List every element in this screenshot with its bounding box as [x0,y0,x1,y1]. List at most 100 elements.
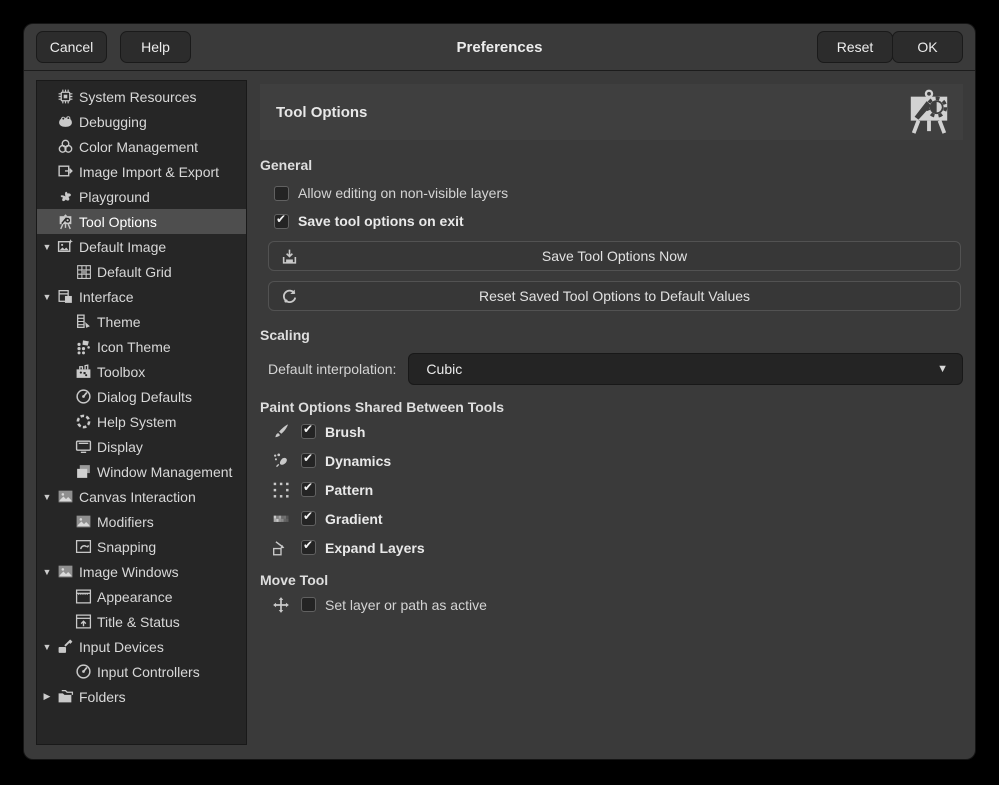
expander-down-icon[interactable]: ▼ [37,567,57,577]
input-devices-icon [57,638,74,655]
cancel-button[interactable]: Cancel [36,31,107,63]
import-export-icon [57,163,74,180]
checkbox-checked[interactable] [301,540,316,555]
sidebar-item-image-windows[interactable]: ▼ Image Windows [37,559,246,584]
expander-right-icon[interactable]: ▶ [37,691,57,702]
expander-down-icon[interactable]: ▼ [37,642,57,652]
interpolation-dropdown[interactable]: Cubic [408,353,963,385]
checkbox-unchecked[interactable] [274,186,289,201]
tool-row-dynamics[interactable]: Dynamics [260,446,963,475]
sidebar-item-folders[interactable]: ▶ Folders [37,684,246,709]
folders-icon [57,688,74,705]
ok-button[interactable]: OK [892,31,963,63]
sidebar-item-label: Input Controllers [97,664,200,680]
expander-down-icon[interactable]: ▼ [37,292,57,302]
main-panel: Tool Options General Allow editing on no… [260,84,963,619]
checkbox-checked[interactable] [274,214,289,229]
checkbox-label: Allow editing on non-visible layers [298,185,508,201]
tool-row-brush[interactable]: Brush [260,417,963,446]
sidebar-item-color-management[interactable]: Color Management [37,134,246,159]
tool-options-easel-icon [904,89,954,135]
sidebar-item-title-status[interactable]: Title & Status [37,609,246,634]
sidebar-item-image-import-export[interactable]: Image Import & Export [37,159,246,184]
theme-icon [75,313,92,330]
reset-button[interactable]: Reset [817,31,893,63]
chevron-down-icon [937,363,948,375]
tool-options-icon [57,213,74,230]
sidebar-item-toolbox[interactable]: Toolbox [37,359,246,384]
window-mgmt-icon [75,463,92,480]
sidebar-item-label: Default Image [79,239,166,255]
sidebar-item-label: Title & Status [97,614,180,630]
sidebar-item-default-grid[interactable]: Default Grid [37,259,246,284]
color-circles-icon [57,138,74,155]
appearance-icon [75,588,92,605]
sidebar-item-window-management[interactable]: Window Management [37,459,246,484]
checkbox-row-save-tool-options-on-exit[interactable]: Save tool options on exit [260,207,963,235]
sidebar-item-label: Icon Theme [97,339,171,355]
help-button[interactable]: Help [120,31,191,63]
sidebar-item-input-controllers[interactable]: Input Controllers [37,659,246,684]
checkbox-unchecked[interactable] [301,597,316,612]
scaling-heading: Scaling [260,325,963,345]
image-win-icon [57,563,74,580]
sidebar-item-dialog-defaults[interactable]: Dialog Defaults [37,384,246,409]
sidebar-item-display[interactable]: Display [37,434,246,459]
display-icon [75,438,92,455]
save-tool-options-now-button[interactable]: Save Tool Options Now [268,241,961,271]
sidebar-item-default-image[interactable]: ▼ Default Image [37,234,246,259]
image-win-icon [57,488,74,505]
sidebar-item-system-resources[interactable]: System Resources [37,84,246,109]
sidebar-item-label: System Resources [79,89,196,105]
checkbox-row-allow-editing-on-non-visible-layers[interactable]: Allow editing on non-visible layers [260,179,963,207]
tool-row-set-layer-or-path-as-active[interactable]: Set layer or path as active [260,590,963,619]
sidebar-item-tool-options[interactable]: Tool Options [37,209,246,234]
sidebar-item-appearance[interactable]: Appearance [37,584,246,609]
sidebar-item-snapping[interactable]: Snapping [37,534,246,559]
checkbox-checked[interactable] [301,482,316,497]
sidebar-item-label: Dialog Defaults [97,389,192,405]
checkbox-label: Gradient [325,511,383,527]
tool-row-gradient[interactable]: Gradient [260,504,963,533]
sidebar-item-label: Appearance [97,589,173,605]
wilber-icon [57,113,74,130]
sidebar-item-label: Snapping [97,539,156,555]
sidebar-item-modifiers[interactable]: Modifiers [37,509,246,534]
sidebar-item-label: Color Management [79,139,198,155]
preferences-dialog: Cancel Help Preferences Reset OK System … [24,24,975,759]
interpolation-label: Default interpolation: [268,361,396,377]
sidebar-item-playground[interactable]: Playground [37,184,246,209]
brush-icon [272,423,290,441]
sidebar-item-help-system[interactable]: Help System [37,409,246,434]
checkbox-checked[interactable] [301,511,316,526]
dynamics-icon [272,452,290,470]
paint-options-heading: Paint Options Shared Between Tools [260,397,963,417]
reset-saved-tool-options-button[interactable]: Reset Saved Tool Options to Default Valu… [268,281,961,311]
sidebar-item-label: Image Windows [79,564,179,580]
sidebar-item-label: Folders [79,689,126,705]
move-tool-rows: Set layer or path as active [260,590,963,619]
interface-icon [57,288,74,305]
sidebar-item-label: Display [97,439,143,455]
save-icon [281,248,298,265]
sidebar-item-interface[interactable]: ▼Interface [37,284,246,309]
checkbox-checked[interactable] [301,453,316,468]
checkbox-checked[interactable] [301,424,316,439]
chip-icon [57,88,74,105]
sidebar-item-label: Help System [97,414,176,430]
sidebar-item-debugging[interactable]: Debugging [37,109,246,134]
toolbox-icon [75,363,92,380]
window-title: Preferences [224,24,775,70]
expander-down-icon[interactable]: ▼ [37,492,57,502]
sidebar-item-label: Toolbox [97,364,145,380]
screen: { "titlebar": { "cancel_label": "Cancel"… [0,0,999,785]
sidebar-item-input-devices[interactable]: ▼Input Devices [37,634,246,659]
save-tool-options-now-label: Save Tool Options Now [269,248,960,264]
sidebar-item-icon-theme[interactable]: Icon Theme [37,334,246,359]
expander-down-icon[interactable]: ▼ [37,242,57,252]
sidebar-item-theme[interactable]: Theme [37,309,246,334]
general-checkboxes: Allow editing on non-visible layers Save … [260,179,963,235]
tool-row-pattern[interactable]: Pattern [260,475,963,504]
sidebar-item-canvas-interaction[interactable]: ▼Canvas Interaction [37,484,246,509]
tool-row-expand-layers[interactable]: Expand Layers [260,533,963,562]
